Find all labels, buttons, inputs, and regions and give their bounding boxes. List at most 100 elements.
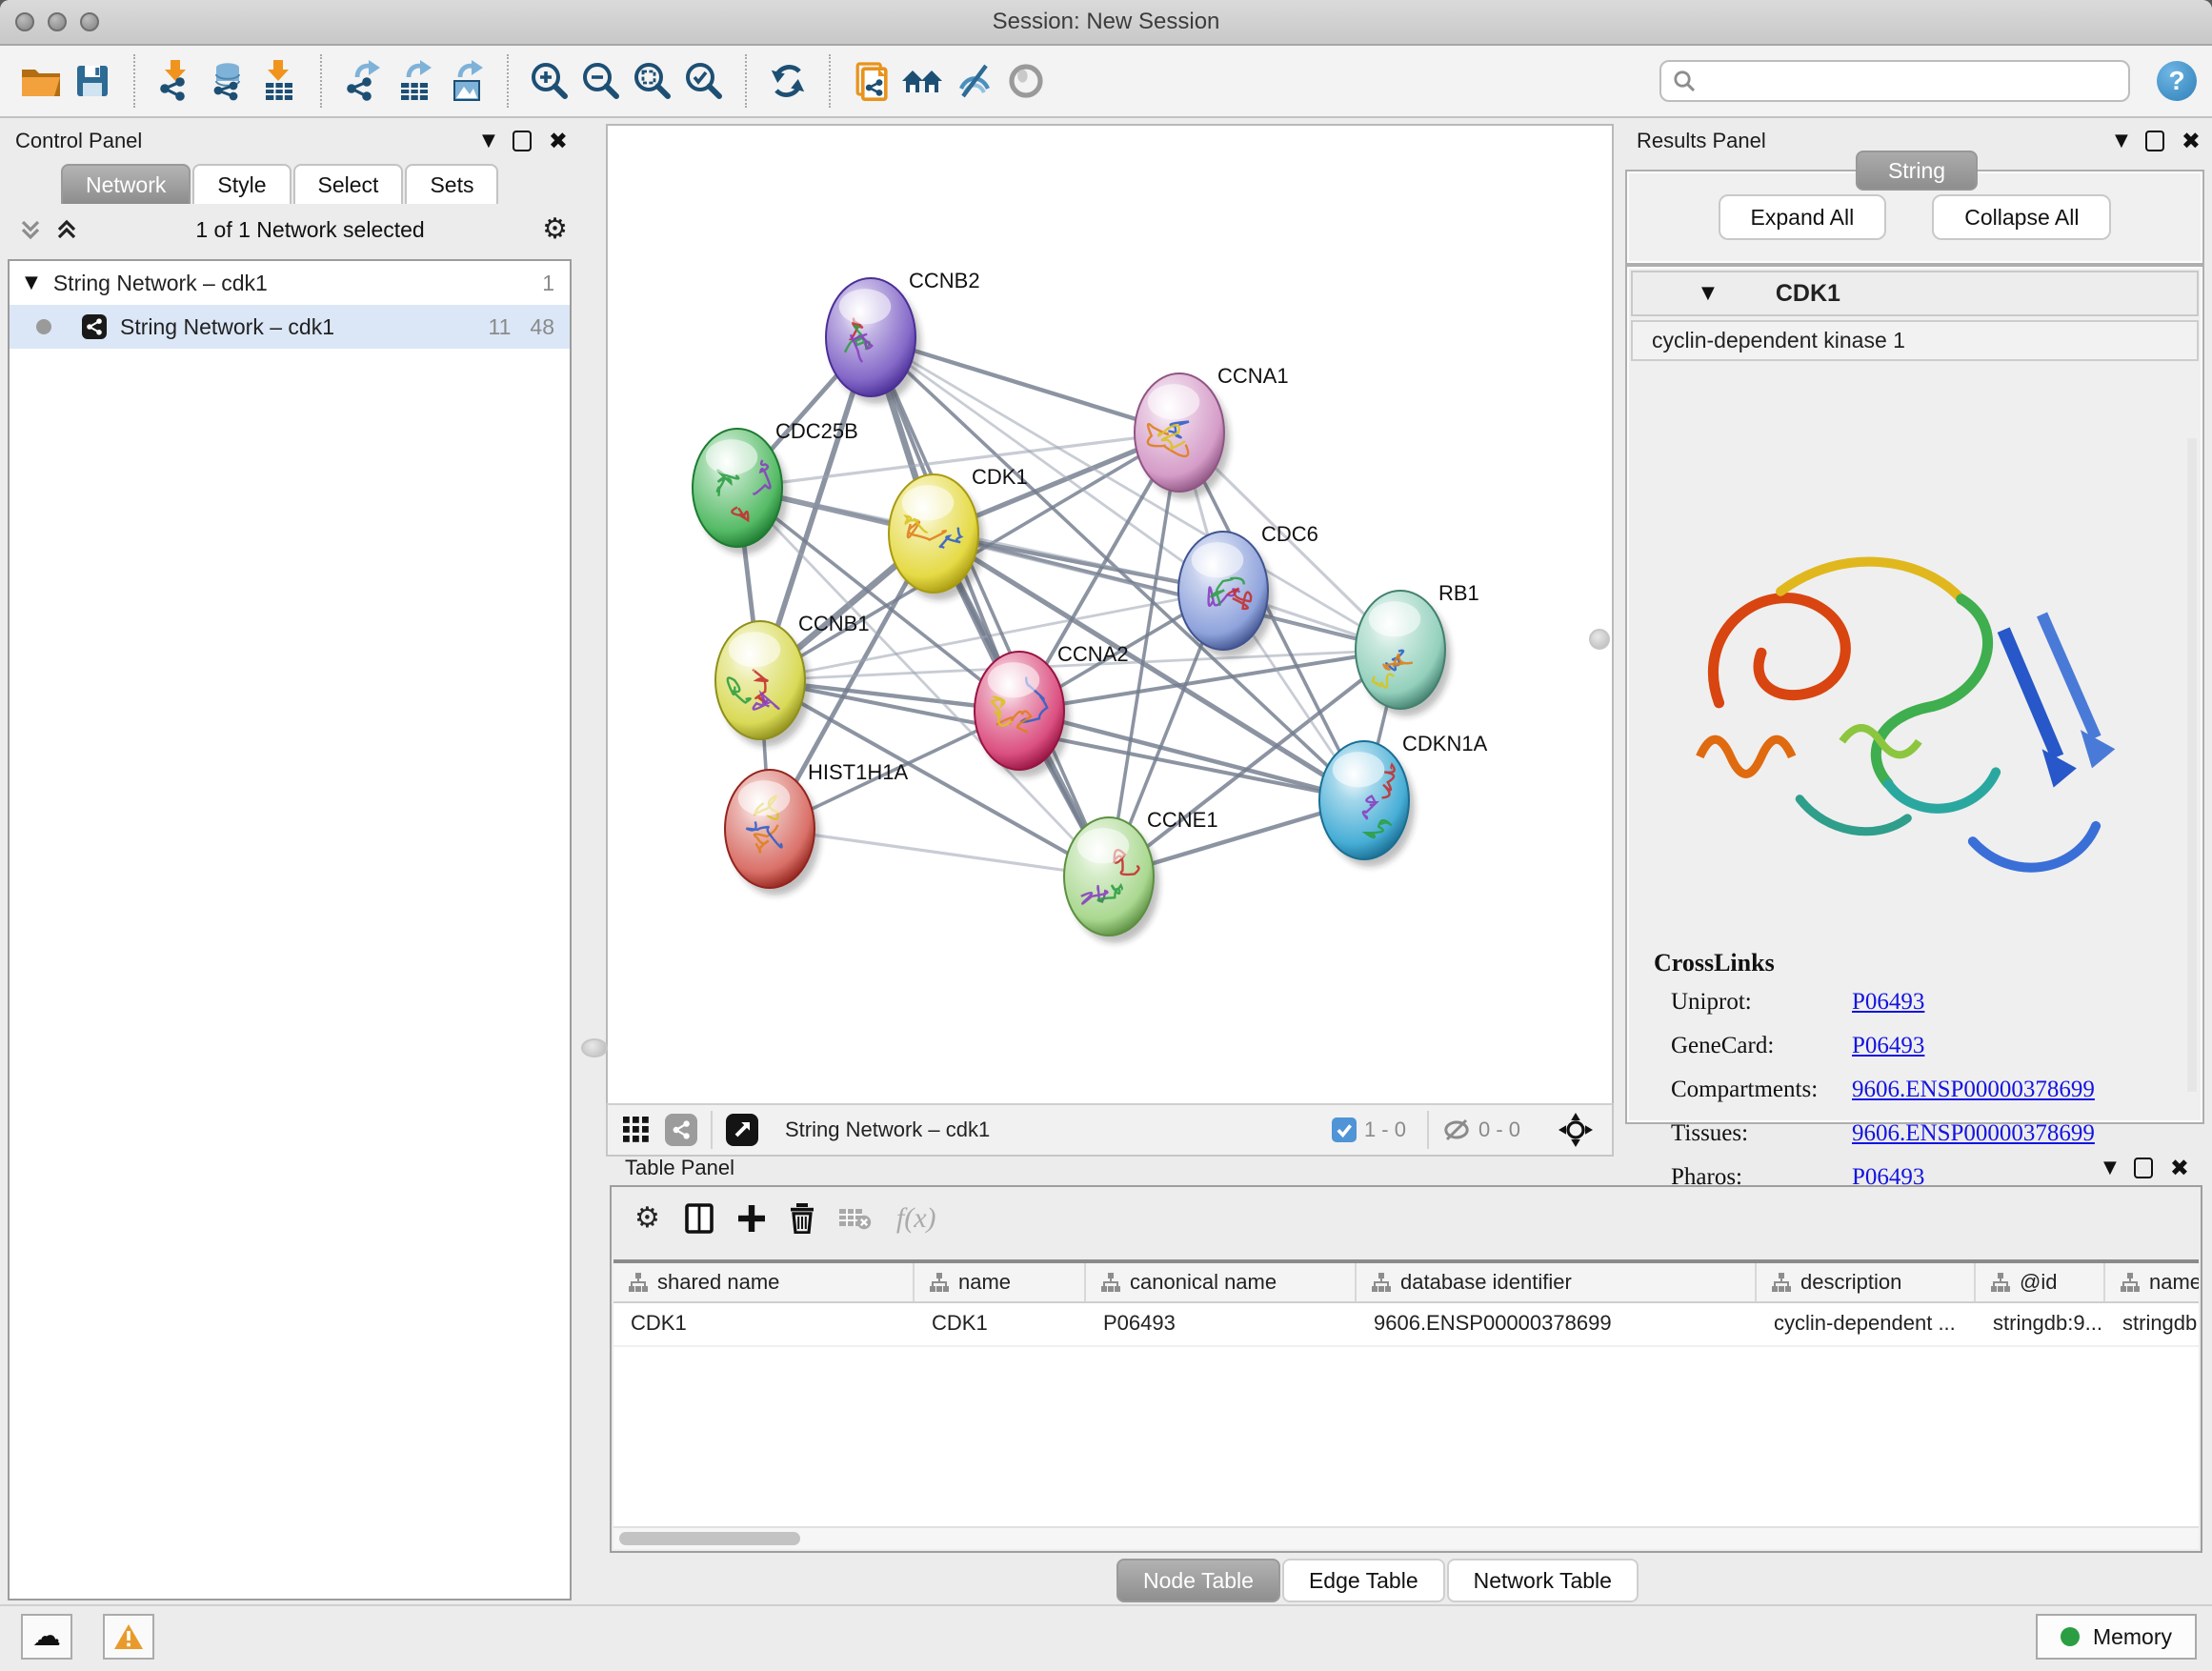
table-cell: stringdb — [2105, 1303, 2199, 1345]
column-header-canonicalname[interactable]: canonical name — [1086, 1263, 1357, 1301]
tab-string[interactable]: String — [1856, 151, 1978, 191]
network-edge-CCNB2-CCNE1[interactable] — [871, 337, 1109, 876]
panel-menu-icon[interactable]: ▼ — [2103, 1159, 2117, 1177]
float-panel-icon[interactable] — [2145, 131, 2164, 151]
homes-icon[interactable] — [897, 55, 949, 107]
network-node-CCNA2[interactable]: CCNA2 — [975, 642, 1129, 777]
network-node-RB1[interactable]: RB1 — [1356, 581, 1479, 716]
results-panel-title: Results Panel — [1637, 129, 1766, 153]
delete-table-icon[interactable] — [839, 1207, 872, 1230]
function-builder-icon[interactable]: f(x) — [896, 1202, 936, 1235]
search-field[interactable] — [1659, 60, 2130, 102]
tab-sets[interactable]: Sets — [405, 164, 498, 204]
save-session-icon[interactable] — [67, 55, 118, 107]
toolbar-divider — [711, 1111, 713, 1149]
hide-element-icon[interactable] — [949, 55, 1000, 107]
close-panel-icon[interactable]: ✖ — [549, 130, 568, 152]
zoom-in-icon[interactable] — [524, 55, 575, 107]
column-header-name[interactable]: name — [915, 1263, 1086, 1301]
fit-selection-crosshair-icon[interactable] — [1558, 1113, 1593, 1147]
network-graph[interactable]: CCNB2CCNA1CDC25BCDK1CDC6RB1CCNB1CCNA2CDK… — [608, 126, 1612, 1103]
panel-menu-icon[interactable]: ▼ — [482, 132, 495, 150]
share-document-icon[interactable] — [846, 55, 897, 107]
toolbar-divider — [320, 54, 322, 108]
network-edge-CCNE1-HIST1H1A[interactable] — [770, 829, 1109, 876]
network-collection-row[interactable]: ▼ String Network – cdk1 1 — [10, 261, 570, 305]
network-node-CCNE1[interactable]: CCNE1 — [1064, 808, 1218, 943]
network-row[interactable]: String Network – cdk1 11 48 — [10, 305, 570, 349]
network-node-CDC25B[interactable]: CDC25B — [693, 419, 858, 554]
left-splitter-handle[interactable] — [581, 1038, 608, 1057]
float-panel-icon[interactable] — [2134, 1158, 2153, 1178]
close-panel-icon[interactable]: ✖ — [2182, 130, 2201, 152]
column-header-sharedname[interactable]: shared name — [613, 1263, 915, 1301]
tab-node-table[interactable]: Node Table — [1116, 1559, 1280, 1602]
close-panel-icon[interactable]: ✖ — [2170, 1157, 2189, 1179]
expand-all-tree-icon[interactable] — [55, 218, 78, 241]
tab-network-table[interactable]: Network Table — [1447, 1559, 1639, 1602]
delete-column-trash-icon[interactable] — [790, 1203, 814, 1234]
network-node-CCNB2[interactable]: CCNB2 — [826, 269, 980, 404]
column-header-namespace[interactable]: namespace — [2105, 1263, 2199, 1301]
cloud-status-button[interactable]: ☁ — [21, 1614, 72, 1660]
zoom-fit-icon[interactable] — [627, 55, 678, 107]
string-view-icon[interactable] — [665, 1114, 697, 1146]
show-element-icon[interactable] — [1000, 55, 1052, 107]
zoom-out-icon[interactable] — [575, 55, 627, 107]
column-header-id[interactable]: @id — [1976, 1263, 2105, 1301]
birdseye-grid-icon[interactable] — [623, 1117, 650, 1143]
column-header-databaseidentifier[interactable]: database identifier — [1357, 1263, 1757, 1301]
results-scrollbar[interactable] — [2187, 438, 2197, 1092]
expand-all-button[interactable]: Expand All — [1719, 194, 1887, 240]
export-network-icon[interactable] — [337, 55, 389, 107]
collapse-all-button[interactable]: Collapse All — [1932, 194, 2111, 240]
network-node-CDKN1A[interactable]: CDKN1A — [1319, 732, 1488, 867]
zoom-selected-icon[interactable] — [678, 55, 730, 107]
hidden-eye-icon[interactable] — [1442, 1117, 1471, 1142]
panel-menu-icon[interactable]: ▼ — [2115, 132, 2128, 150]
memory-status-icon — [2061, 1627, 2080, 1646]
crosslink-value-link[interactable]: 9606.ENSP00000378699 — [1852, 1077, 2095, 1103]
column-header-description[interactable]: description — [1757, 1263, 1976, 1301]
crosslink-value-link[interactable]: 9606.ENSP00000378699 — [1852, 1120, 2095, 1147]
import-network-icon[interactable] — [151, 55, 202, 107]
open-in-new-window-icon[interactable] — [726, 1114, 758, 1146]
memory-button[interactable]: Memory — [2036, 1614, 2197, 1660]
table-container: ⚙ f(x) shared namenamecanonical namedata… — [610, 1185, 2202, 1553]
selected-checkbox-icon[interactable] — [1332, 1117, 1357, 1142]
collapse-all-tree-icon[interactable] — [19, 218, 42, 241]
open-session-icon[interactable] — [15, 55, 67, 107]
float-panel-icon[interactable] — [513, 131, 532, 151]
export-table-icon[interactable] — [389, 55, 440, 107]
table-row[interactable]: CDK1CDK1P064939606.ENSP00000378699cyclin… — [613, 1303, 2199, 1347]
network-options-gear-icon[interactable]: ⚙ — [542, 215, 568, 244]
network-canvas[interactable]: CCNB2CCNA1CDC25BCDK1CDC6RB1CCNB1CCNA2CDK… — [606, 124, 1614, 1105]
warnings-button[interactable] — [103, 1614, 154, 1660]
import-database-icon[interactable] — [202, 55, 253, 107]
network-node-CCNA1[interactable]: CCNA1 — [1135, 364, 1289, 499]
tab-edge-table[interactable]: Edge Table — [1282, 1559, 1445, 1602]
table-horizontal-scrollbar[interactable] — [613, 1526, 2199, 1549]
add-column-icon[interactable] — [738, 1205, 765, 1232]
scrollbar-thumb[interactable] — [619, 1532, 800, 1545]
crosslink-value-link[interactable]: P06493 — [1852, 1033, 1924, 1059]
show-columns-icon[interactable] — [685, 1203, 714, 1234]
collection-expander-icon[interactable]: ▼ — [25, 274, 38, 292]
export-image-icon[interactable] — [440, 55, 492, 107]
network-node-HIST1H1A[interactable]: HIST1H1A — [725, 760, 908, 896]
search-input[interactable] — [1696, 67, 2117, 95]
import-table-icon[interactable] — [253, 55, 305, 107]
refresh-layout-icon[interactable] — [762, 55, 814, 107]
gene-section-header[interactable]: ▼ CDK1 — [1631, 271, 2199, 316]
right-splitter-handle[interactable] — [1589, 629, 1610, 650]
table-panel-title: Table Panel — [625, 1156, 734, 1180]
table-cell: cyclin-dependent ... — [1757, 1303, 1976, 1345]
tab-network[interactable]: Network — [61, 164, 191, 204]
help-icon[interactable]: ? — [2157, 61, 2197, 101]
crosslink-label: GeneCard: — [1654, 1033, 1852, 1059]
tab-select[interactable]: Select — [293, 164, 404, 204]
gene-expander-icon[interactable]: ▼ — [1701, 285, 1715, 302]
table-settings-gear-icon[interactable]: ⚙ — [634, 1204, 660, 1233]
crosslink-value-link[interactable]: P06493 — [1852, 989, 1924, 1016]
tab-style[interactable]: Style — [192, 164, 291, 204]
